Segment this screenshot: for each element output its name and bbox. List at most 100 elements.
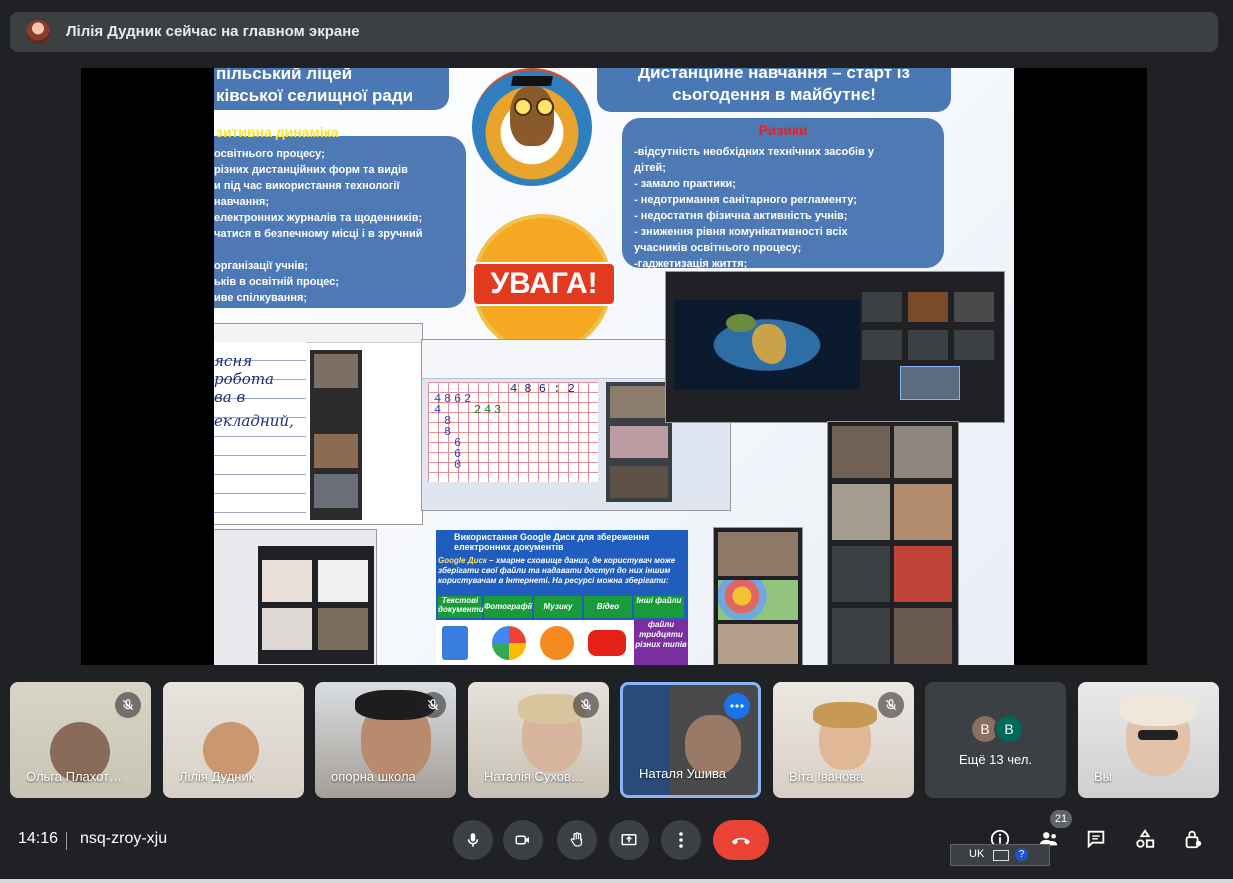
more-options-button[interactable] [661,820,701,860]
mic-off-icon [420,692,446,718]
math-digit: 0 [454,458,462,472]
notebook-line: ясня [214,352,253,370]
slide-title-right-line1: Дистанційне навчання – старт із [638,68,910,82]
participant-tile-active[interactable]: Наталя Ушива [620,682,761,798]
risk-item: - замало практики; [634,178,736,190]
math-problem: 4 8 6 : 2 [510,382,575,396]
positive-item: різних дистанційних форм та видів [214,164,408,176]
positive-item: навчання; [214,196,269,208]
positive-item [214,242,464,258]
positive-item: ьків в освітній процес; [214,276,339,288]
self-tile[interactable]: Вы [1078,682,1219,798]
map-meeting-screenshot [666,272,1004,422]
participant-tile[interactable]: Віта Іванова [773,682,914,798]
taskbar-strip [0,879,1233,883]
keyboard-icon [993,850,1009,861]
participant-name: Ольга Плахот… [26,769,123,784]
host-controls-button[interactable] [1180,826,1206,852]
shared-screen: пільський ліцей ківської селищної ради Д… [81,68,1147,665]
math-grid: 4 8 6 : 2 4 8 6 2 4 2 4 3 8 8 6 6 0 [428,382,598,482]
activities-button[interactable] [1132,826,1158,852]
keyboard-indicator[interactable]: UK ? [950,844,1050,866]
math-digit: 2 [464,392,472,406]
math-digit: 8 [444,392,452,406]
help-icon[interactable]: ? [1015,848,1028,861]
drive-description: Google Диск – хмарне сховище даних, де к… [438,556,686,586]
notebook-line: ва в [214,388,246,406]
end-call-button[interactable] [713,820,769,860]
present-screen-button[interactable] [609,820,649,860]
risk-item: -відсутність необхідних технічних засобі… [634,146,875,158]
risks-list: -відсутність необхідних технічних засобі… [634,144,934,272]
more-vert-icon [679,832,683,848]
positive-list: освітнього процесу; різних дистанційних … [214,146,464,306]
math-digit: 3 [494,403,502,417]
positive-item: иве спілкування; [214,292,308,304]
presenter-banner: Лілія Дудник сейчас на главном экране [10,12,1218,52]
drive-icons-row: файли тридцяти різних типів [436,620,688,665]
camera-icon [515,835,529,845]
participant-name: опорна школа [331,769,416,784]
drive-category: Відео [584,596,632,618]
google-drive-slide: Використання Google Диск для збереження … [436,530,688,665]
risk-item: учасників освітнього процесу; [634,242,802,254]
participant-name: Наталя Ушива [639,766,726,781]
present-icon [621,834,637,846]
drive-category: Фотографії [484,596,532,618]
participant-name: Віта Іванова [789,769,864,784]
shapes-icon [1136,829,1155,848]
positive-heading: зитивна динаміка [216,124,339,140]
participant-tile[interactable]: Наталія Сухов… [468,682,609,798]
participant-name: Наталія Сухов… [484,769,584,784]
mic-off-icon [878,692,904,718]
photos-icon [492,626,526,660]
meeting-time: 14:16 [18,830,59,847]
more-participants-label: Ещё 13 чел. [958,752,1033,767]
people-count-badge: 21 [1050,810,1072,828]
positive-item: організації учнів; [214,260,308,272]
microphone-button[interactable] [453,820,493,860]
positive-item: и під час використання технології [214,180,400,192]
math-digit: 4 [434,403,442,417]
more-participants-tile[interactable]: В В Ещё 13 чел. [925,682,1066,798]
participant-name: Лілія Дудник [179,769,255,784]
math-digit: 8 [444,425,452,439]
participant-tile[interactable]: Ольга Плахот… [10,682,151,798]
small-meeting-screenshot [214,530,376,665]
participant-avatar: В [972,716,998,742]
video-icon [588,630,626,656]
microphone-icon [467,833,479,847]
participant-strip: Ольга Плахот… Лілія Дудник опорна школа … [0,682,1233,800]
camera-button[interactable] [503,820,543,860]
drive-category: Інші файли [634,596,684,618]
positive-item: освітнього процесу; [214,148,325,160]
slide-title-left-line1: пільський ліцей [216,68,353,83]
attention-label: УВАГА! [472,262,616,306]
participant-tile[interactable]: опорна школа [315,682,456,798]
participant-avatar: В [996,716,1022,742]
notebook-screenshot: ясня робота ва в екладний, [214,324,422,524]
chat-button[interactable] [1083,826,1109,852]
raise-hand-button[interactable] [557,820,597,860]
separator [66,832,67,850]
more-options-icon[interactable] [724,693,750,719]
keyboard-lang: UK [969,848,985,860]
mic-off-icon [573,692,599,718]
mic-off-icon [115,692,141,718]
positive-item: електронних журналів та щоденників; [214,212,423,224]
hand-icon [570,832,583,847]
math-digit: 2 [474,403,482,417]
math-digit: 6 [454,392,462,406]
meeting-controls-bar: 14:16 nsq-zroy-xju 21 UK ? [0,800,1233,883]
attention-badge: УВАГА! [472,218,616,350]
drive-category: Музику [534,596,582,618]
risk-item: - зниження рівня комунікативності всіх [634,226,848,238]
risks-box: Ризики -відсутність необхідних технічних… [622,118,944,270]
presentation-slide: пільський ліцей ківської селищної ради Д… [214,68,1014,665]
hang-up-icon [731,837,751,845]
music-icon [540,626,574,660]
slide-title-right: Дистанційне навчання – старт із сьогоден… [597,68,951,112]
drive-description-bold: Google Диск [438,556,487,565]
drive-extra-label: файли тридцяти різних типів [634,620,688,665]
participant-tile[interactable]: Лілія Дудник [163,682,304,798]
